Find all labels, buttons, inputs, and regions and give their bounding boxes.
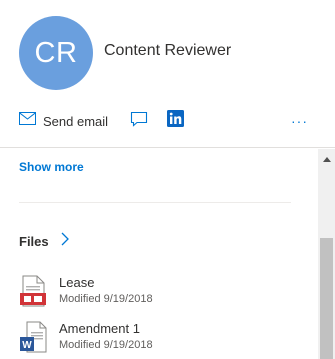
mail-icon — [19, 112, 36, 130]
file-modified: Modified 9/19/2018 — [59, 339, 153, 351]
linkedin-icon — [167, 110, 184, 132]
contact-name: Content Reviewer — [104, 42, 232, 59]
avatar: CR — [19, 16, 93, 90]
more-options-button[interactable]: ··· — [291, 110, 308, 132]
contact-header: CR Content Reviewer Send email ··· — [0, 0, 335, 148]
word-file-icon: W — [19, 321, 47, 355]
more-icon: ··· — [291, 113, 308, 129]
caret-up-icon — [322, 149, 331, 167]
list-item[interactable]: W Amendment 1 Modified 9/19/2018 — [19, 321, 299, 357]
pdf-file-icon — [19, 275, 47, 309]
files-title: Files — [19, 234, 49, 249]
send-email-label: Send email — [43, 113, 109, 129]
scroll-up-button[interactable] — [318, 149, 335, 166]
chevron-right-icon — [61, 232, 69, 251]
file-modified: Modified 9/19/2018 — [59, 293, 153, 305]
details-pane: Show more Files Lease Modified 9/19/2018… — [0, 149, 335, 359]
list-item[interactable]: Lease Modified 9/19/2018 — [19, 275, 299, 311]
files-header[interactable]: Files — [19, 232, 69, 251]
show-more-link[interactable]: Show more — [19, 160, 84, 174]
file-name: Lease — [59, 275, 95, 290]
contact-card: CR Content Reviewer Send email ··· Show … — [0, 0, 335, 359]
scrollbar-thumb[interactable] — [320, 238, 333, 359]
file-name: Amendment 1 — [59, 321, 140, 336]
svg-text:W: W — [22, 340, 32, 351]
chat-icon — [130, 111, 148, 132]
send-email-button[interactable]: Send email — [19, 110, 108, 132]
action-bar: Send email ··· — [19, 110, 319, 132]
vertical-scrollbar[interactable] — [318, 149, 335, 359]
linkedin-button[interactable] — [167, 110, 184, 132]
chat-button[interactable] — [130, 110, 148, 132]
divider — [19, 202, 291, 203]
